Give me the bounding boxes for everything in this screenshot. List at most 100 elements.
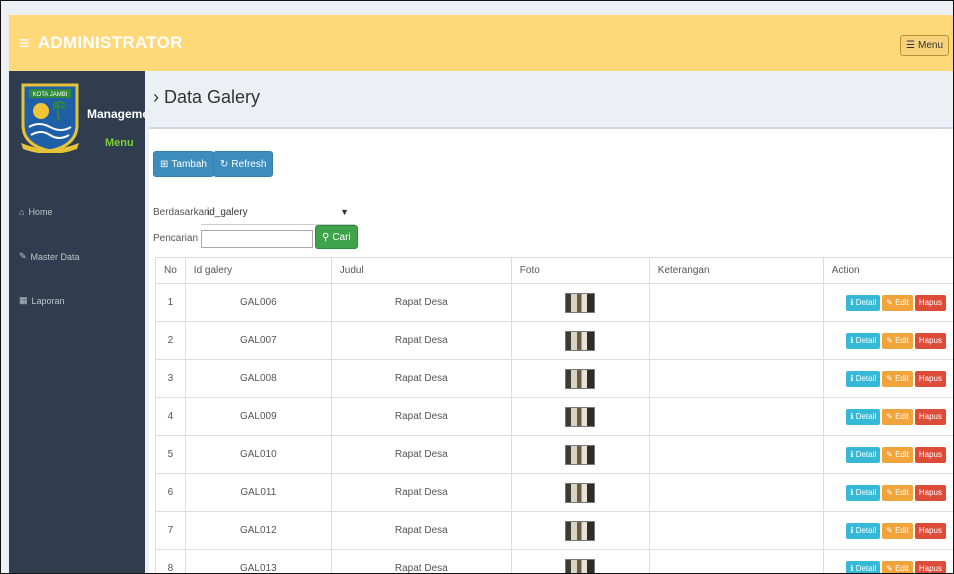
edit-icon: ✎ — [19, 251, 27, 261]
photo-thumbnail[interactable] — [565, 406, 596, 427]
photo-thumbnail[interactable] — [565, 444, 596, 465]
table-row: 1 GAL006 Rapat Desa ℹ Detail ✎ Edit Hapus — [155, 283, 953, 322]
table-row: 8 GAL013 Rapat Desa ℹ Detail ✎ Edit Hapus — [155, 549, 953, 573]
table-row: 4 GAL009 Rapat Desa ℹ Detail ✎ Edit Hapus — [155, 397, 953, 436]
refresh-button-label: Refresh — [231, 158, 267, 170]
detail-button[interactable]: ℹ Detail — [846, 332, 881, 349]
hamburger-icon[interactable]: ≡ — [19, 34, 30, 52]
sidebar-item-master-data[interactable]: ✎ Master Data — [19, 251, 80, 262]
detail-label: Detail — [855, 488, 877, 497]
edit-button[interactable]: ✎ Edit — [882, 370, 913, 387]
edit-button[interactable]: ✎ Edit — [882, 408, 913, 425]
photo-thumbnail[interactable] — [565, 482, 596, 503]
edit-button[interactable]: ✎ Edit — [882, 446, 913, 463]
brand[interactable]: ≡ ADMINISTRATOR — [19, 33, 183, 53]
sidebar-item-laporan[interactable]: ▦ Laporan — [19, 295, 65, 306]
cell-judul: Rapat Desa — [330, 321, 512, 360]
detail-button[interactable]: ℹ Detail — [846, 522, 881, 539]
cell-keterangan — [648, 435, 824, 474]
table-row: 2 GAL007 Rapat Desa ℹ Detail ✎ Edit Hapus — [155, 321, 953, 360]
delete-label: Hapus — [918, 374, 942, 383]
galery-table: No Id galery Judul Foto Keterangan Actio… — [155, 257, 953, 573]
photo-thumbnail[interactable] — [565, 292, 596, 313]
menu-button[interactable]: ☰ Menu — [900, 35, 949, 56]
edit-button[interactable]: ✎ Edit — [882, 560, 913, 573]
sidebar-item-label: Master Data — [30, 251, 80, 262]
cell-id: GAL012 — [184, 511, 332, 550]
logo-text: KOTA JAMBI — [33, 92, 68, 98]
delete-button[interactable]: Hapus — [914, 294, 946, 311]
delete-button[interactable]: Hapus — [914, 446, 946, 463]
search-button[interactable]: ⚲ Cari — [315, 225, 358, 249]
photo-thumbnail[interactable] — [565, 558, 596, 573]
cell-id: GAL008 — [184, 359, 332, 398]
cell-keterangan — [648, 549, 824, 573]
sidebar: KOTA JAMBI Management Menu ⌂ Home ✎ Mast… — [9, 71, 160, 573]
cell-no: 1 — [155, 283, 186, 322]
header-id: Id galery — [184, 257, 332, 284]
cell-judul: Rapat Desa — [330, 359, 512, 398]
caret-down-icon: ▼ — [340, 207, 349, 217]
edit-button[interactable]: ✎ Edit — [882, 522, 913, 539]
cell-no: 4 — [155, 397, 186, 436]
menu-label: Menu — [105, 137, 134, 149]
data-box: ⊞ Tambah ↻ Refresh Berdasarkan: id_galer… — [149, 127, 953, 573]
delete-button[interactable]: Hapus — [914, 560, 946, 573]
cell-foto — [510, 511, 650, 550]
refresh-button[interactable]: ↻ Refresh — [213, 151, 274, 177]
add-button[interactable]: ⊞ Tambah — [153, 151, 214, 177]
detail-button[interactable]: ℹ Detail — [846, 294, 881, 311]
delete-button[interactable]: Hapus — [914, 332, 946, 349]
detail-label: Detail — [855, 336, 877, 345]
page-title-text: Data Galery — [164, 87, 261, 107]
filter-select-value: id_galery — [207, 207, 248, 218]
cell-action: ℹ Detail ✎ Edit Hapus — [822, 397, 953, 436]
photo-thumbnail[interactable] — [565, 330, 596, 351]
detail-button[interactable]: ℹ Detail — [846, 484, 881, 501]
delete-button[interactable]: Hapus — [914, 522, 946, 539]
cell-judul: Rapat Desa — [330, 473, 512, 512]
photo-thumbnail[interactable] — [565, 368, 596, 389]
delete-button[interactable]: Hapus — [914, 484, 946, 501]
detail-label: Detail — [855, 450, 877, 459]
detail-button[interactable]: ℹ Detail — [846, 446, 881, 463]
cell-no: 2 — [155, 321, 186, 360]
cell-judul: Rapat Desa — [330, 511, 512, 550]
edit-button[interactable]: ✎ Edit — [882, 294, 913, 311]
filter-select[interactable]: id_galery ▼ — [201, 203, 355, 225]
cell-foto — [510, 321, 650, 360]
list-icon: ☰ — [906, 40, 915, 51]
search-label: Pencarian — [153, 233, 199, 244]
detail-label: Detail — [855, 374, 877, 383]
delete-label: Hapus — [918, 526, 942, 535]
header-foto: Foto — [510, 257, 650, 284]
main-content: › Data Galery ⊞ Tambah ↻ Refresh Berdasa… — [145, 71, 953, 573]
sidebar-item-home[interactable]: ⌂ Home — [19, 207, 52, 217]
search-icon: ⚲ — [322, 231, 330, 243]
cell-no: 7 — [155, 511, 186, 550]
edit-button[interactable]: ✎ Edit — [882, 484, 913, 501]
detail-label: Detail — [855, 564, 877, 573]
table-row: 5 GAL010 Rapat Desa ℹ Detail ✎ Edit Hapus — [155, 435, 953, 474]
photo-thumbnail[interactable] — [565, 520, 596, 541]
cell-action: ℹ Detail ✎ Edit Hapus — [822, 359, 953, 398]
delete-button[interactable]: Hapus — [914, 370, 946, 387]
calendar-icon: ▦ — [19, 295, 28, 305]
edit-button[interactable]: ✎ Edit — [882, 332, 913, 349]
city-logo: KOTA JAMBI — [21, 83, 79, 153]
detail-button[interactable]: ℹ Detail — [846, 408, 881, 425]
detail-button[interactable]: ℹ Detail — [846, 560, 881, 573]
edit-label: Edit — [895, 488, 909, 497]
top-navbar: ≡ ADMINISTRATOR ☰ Menu — [9, 15, 953, 71]
cell-keterangan — [648, 359, 824, 398]
delete-label: Hapus — [918, 412, 942, 421]
app-window: ≡ ADMINISTRATOR ☰ Menu KOTA JAMBI Manage… — [0, 0, 954, 574]
page-title: › Data Galery — [153, 87, 260, 108]
edit-label: Edit — [895, 374, 909, 383]
refresh-icon: ↻ — [220, 158, 229, 170]
search-input[interactable] — [201, 230, 313, 248]
cell-foto — [510, 397, 650, 436]
detail-button[interactable]: ℹ Detail — [846, 370, 881, 387]
header-action: Action — [822, 257, 953, 284]
delete-button[interactable]: Hapus — [914, 408, 946, 425]
